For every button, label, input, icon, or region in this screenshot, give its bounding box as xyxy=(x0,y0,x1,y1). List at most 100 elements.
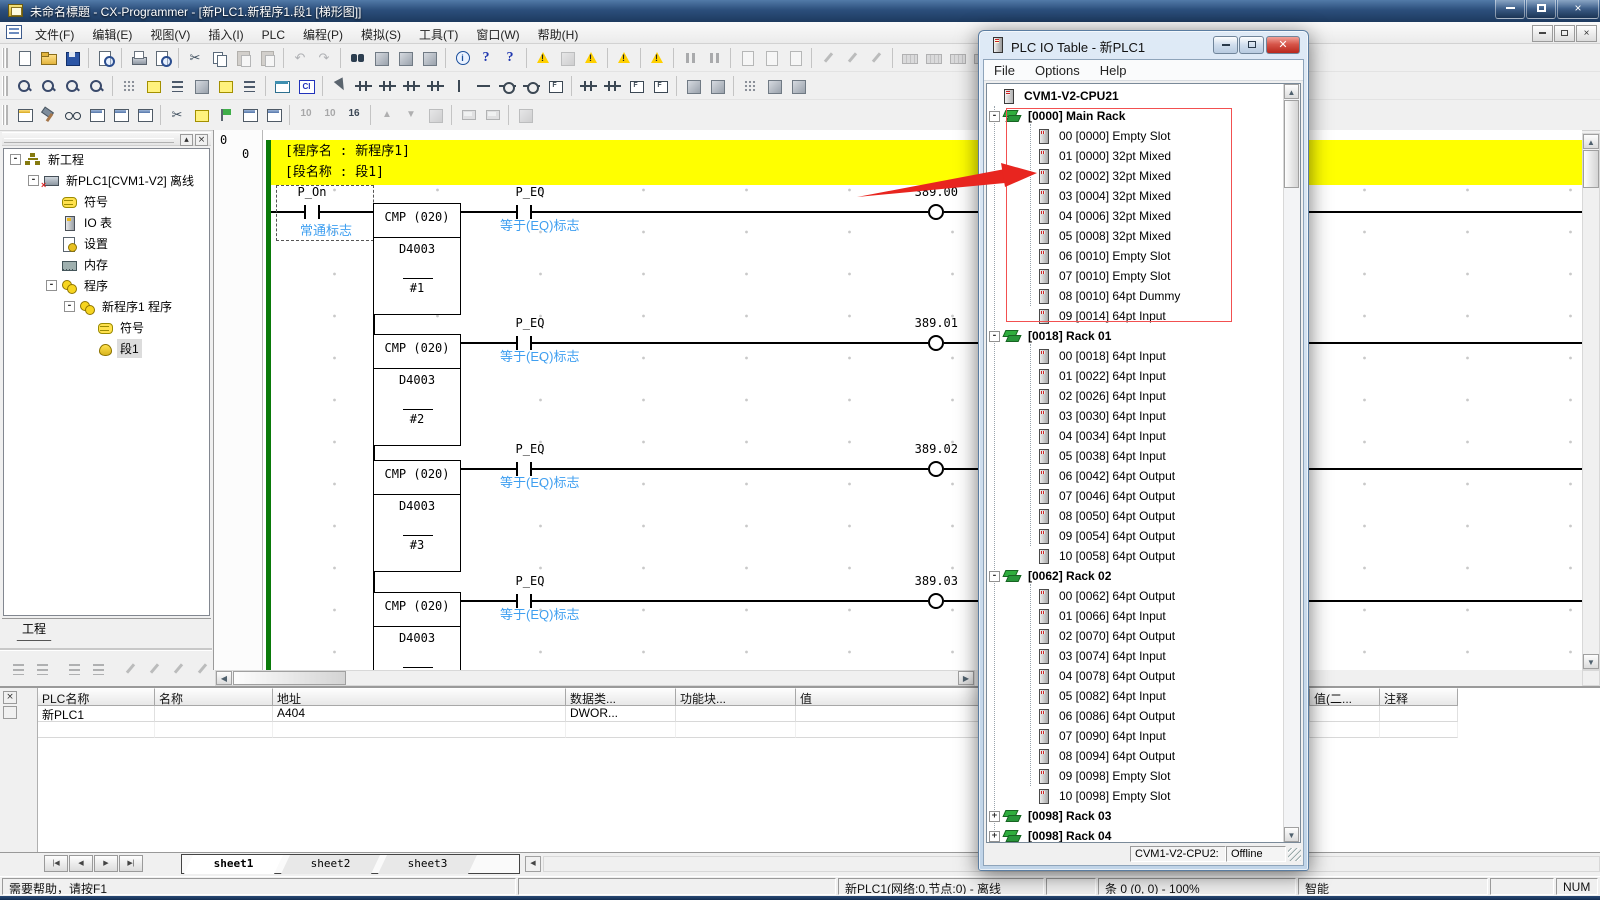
show-grid-button[interactable] xyxy=(117,74,141,97)
project-tree-item-plc1-cvm1-v2[interactable]: -新PLC1[CVM1-V2] 离线 xyxy=(4,170,209,191)
io-slot-06-0042-64pt-output[interactable]: 06 [0042] 64pt Output xyxy=(987,466,1283,486)
scroll-up-icon[interactable]: ▲ xyxy=(1284,84,1299,99)
context-help-button[interactable] xyxy=(498,46,522,69)
tree-view-button[interactable] xyxy=(237,74,261,97)
io-slot-04-0078-64pt-output[interactable]: 04 [0078] 64pt Output xyxy=(987,666,1283,686)
selection-mode-button[interactable] xyxy=(327,74,351,97)
project-tree-item-1[interactable]: 段1 xyxy=(4,338,209,359)
replace-button[interactable] xyxy=(369,46,393,69)
syntax-check-report-button[interactable] xyxy=(579,46,603,69)
io-slot-05-0008-32pt-mixed[interactable]: 05 [0008] 32pt Mixed xyxy=(987,226,1283,246)
rung-annotation-button[interactable] xyxy=(213,74,237,97)
dialog-close-button[interactable]: ✕ xyxy=(1266,36,1300,54)
tab-project[interactable]: 工程 xyxy=(8,619,60,641)
io-slot-02-0026-64pt-input[interactable]: 02 [0026] 64pt Input xyxy=(987,386,1283,406)
scroll-up-icon[interactable]: ▲ xyxy=(1583,134,1599,149)
project-tree-item-1[interactable]: -新程序1 程序 xyxy=(4,296,209,317)
minimize-button[interactable] xyxy=(1495,0,1525,19)
expander-icon[interactable]: - xyxy=(64,301,75,312)
cut-button[interactable] xyxy=(183,46,207,69)
io-slot-09-0014-64pt-input[interactable]: 09 [0014] 64pt Input xyxy=(987,306,1283,326)
new-vertical-line-button[interactable] xyxy=(447,74,471,97)
watch-column-1[interactable]: 名称 xyxy=(155,688,273,706)
watch-cell[interactable] xyxy=(1310,706,1380,722)
new-coil-button[interactable] xyxy=(495,74,519,97)
zoom-to-fit-button[interactable] xyxy=(84,74,108,97)
expander-icon[interactable]: - xyxy=(989,111,1000,122)
expander-icon[interactable]: - xyxy=(28,175,39,186)
panel-header[interactable]: ▴ × xyxy=(2,132,211,146)
watch-close-icon[interactable]: × xyxy=(3,691,17,704)
help-topics-button[interactable] xyxy=(474,46,498,69)
io-slot-01-0000-32pt-mixed[interactable]: 01 [0000] 32pt Mixed xyxy=(987,146,1283,166)
watch-cell[interactable] xyxy=(155,722,273,738)
watch-column-2[interactable]: 地址 xyxy=(273,688,566,706)
watch-column-4[interactable]: 功能块... xyxy=(676,688,796,706)
maximize-button[interactable] xyxy=(1526,0,1556,19)
ladder-vertical-scrollbar[interactable]: ▲ ▼ xyxy=(1582,133,1600,670)
work-online-button[interactable] xyxy=(645,46,669,69)
watch-cell[interactable] xyxy=(566,722,676,738)
properties-button[interactable] xyxy=(132,104,156,127)
project-tree-item-5[interactable]: 内存 xyxy=(4,254,209,275)
scroll-left-icon[interactable]: ◀ xyxy=(216,671,232,685)
mdi-minimize-button[interactable] xyxy=(1532,25,1553,42)
sheet-tab-sheet1[interactable]: sheet1 xyxy=(184,855,284,874)
toggle-project-window-button[interactable] xyxy=(12,104,36,127)
io-rack-0062-rack-02[interactable]: -[0062] Rack 02 xyxy=(987,566,1283,586)
function-block-library-button[interactable] xyxy=(705,74,729,97)
watch-cell[interactable] xyxy=(1380,706,1458,722)
watch-cell[interactable] xyxy=(273,722,566,738)
watch-window-button[interactable] xyxy=(60,104,84,127)
io-rack-0098-rack-04[interactable]: +[0098] Rack 04 xyxy=(987,826,1283,843)
menu-item-w[interactable]: 窗口(W) xyxy=(467,22,528,44)
change-all-button[interactable] xyxy=(393,46,417,69)
dialog-menu-options[interactable]: Options xyxy=(1025,60,1090,82)
copy-button[interactable] xyxy=(207,46,231,69)
project-tree-item-6[interactable]: -程序 xyxy=(4,275,209,296)
mdi-close-button[interactable]: × xyxy=(1576,25,1597,42)
page-setup-button[interactable] xyxy=(93,46,117,69)
expander-icon[interactable]: - xyxy=(46,280,57,291)
sheet-scroll-left-icon[interactable]: ◀ xyxy=(525,856,541,872)
io-comment-button[interactable] xyxy=(189,74,213,97)
watch-column-6[interactable]: 值(二... xyxy=(1310,688,1380,706)
io-slot-03-0030-64pt-input[interactable]: 03 [0030] 64pt Input xyxy=(987,406,1283,426)
zoom-tool-button[interactable] xyxy=(12,74,36,97)
watch-cell[interactable] xyxy=(1310,722,1380,738)
scrollbar-thumb[interactable] xyxy=(1583,150,1599,188)
project-tree-item-2[interactable]: 符号 xyxy=(4,191,209,212)
menu-item-e[interactable]: 编辑(E) xyxy=(83,22,141,44)
invoke-function-block-button[interactable] xyxy=(624,74,648,97)
bookmark-button[interactable] xyxy=(189,104,213,127)
expander-icon[interactable]: + xyxy=(989,811,1000,822)
print-preview-button[interactable] xyxy=(150,46,174,69)
panel-collapse-icon[interactable]: ▴ xyxy=(180,134,193,146)
sheet-tab-sheet3[interactable]: sheet3 xyxy=(378,855,478,874)
io-slot-06-0086-64pt-output[interactable]: 06 [0086] 64pt Output xyxy=(987,706,1283,726)
io-slot-10-0098-empty-slot[interactable]: 10 [0098] Empty Slot xyxy=(987,786,1283,806)
mdi-restore-button[interactable] xyxy=(1554,25,1575,42)
close-button[interactable]: × xyxy=(1557,0,1599,19)
menu-item-h[interactable]: 帮助(H) xyxy=(529,22,588,44)
io-slot-02-0002-32pt-mixed[interactable]: 02 [0002] 32pt Mixed xyxy=(987,166,1283,186)
function-block-parameter-button[interactable] xyxy=(648,74,672,97)
io-slot-01-0022-64pt-input[interactable]: 01 [0022] 64pt Input xyxy=(987,366,1283,386)
new-pt-contact-button[interactable] xyxy=(576,74,600,97)
menu-item-t[interactable]: 工具(T) xyxy=(410,22,467,44)
expander-icon[interactable]: - xyxy=(989,331,1000,342)
new-or-closed-contact-button[interactable] xyxy=(423,74,447,97)
show-dividers-button[interactable] xyxy=(738,74,762,97)
tb2-grip[interactable] xyxy=(2,76,8,96)
section-marker-button[interactable] xyxy=(213,104,237,127)
sheet-nav-1-icon[interactable]: ◀ xyxy=(69,855,93,872)
new-closed-coil-button[interactable] xyxy=(519,74,543,97)
find-button[interactable] xyxy=(345,46,369,69)
watch-column-7[interactable]: 注释 xyxy=(1380,688,1458,706)
sheet-nav-3-icon[interactable]: ▶| xyxy=(119,855,143,872)
comment-list-button[interactable] xyxy=(165,74,189,97)
project-tree-item-io[interactable]: IO 表 xyxy=(4,212,209,233)
address-reference-button[interactable] xyxy=(108,104,132,127)
io-slot-02-0070-64pt-output[interactable]: 02 [0070] 64pt Output xyxy=(987,626,1283,646)
about-button[interactable] xyxy=(450,46,474,69)
